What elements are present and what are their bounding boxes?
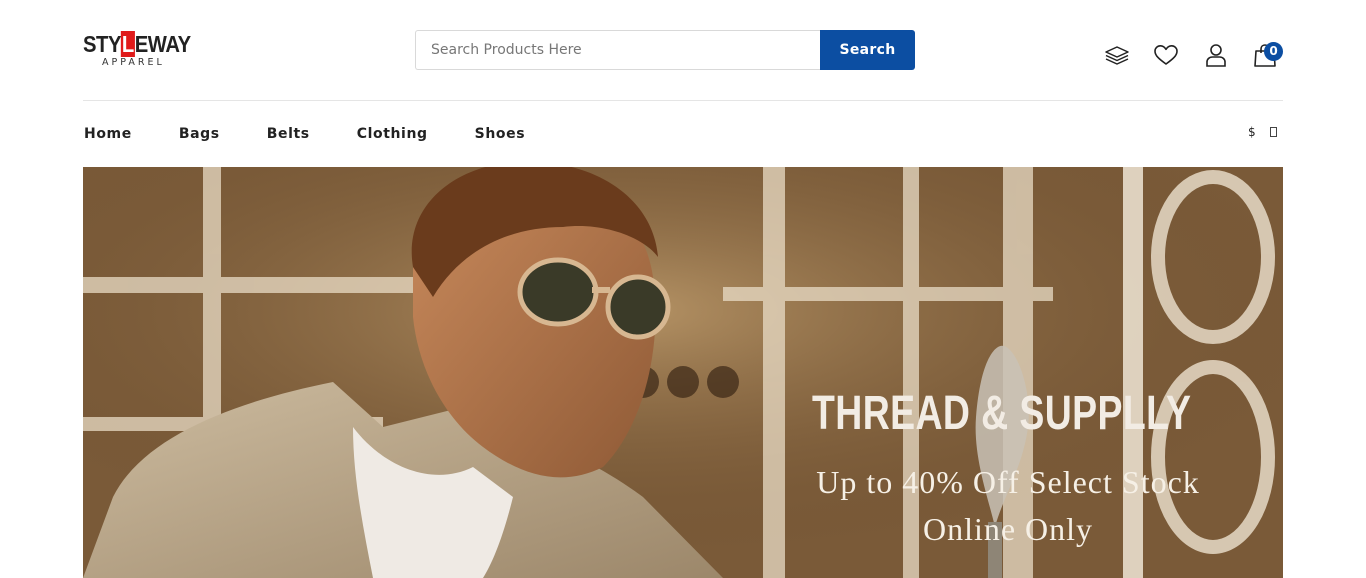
logo-wordmark: STYLEWAY — [83, 31, 191, 57]
nav-utilities: $ — [1248, 125, 1277, 139]
hero-subtitle: Up to 40% Off Select Stock — [816, 464, 1200, 500]
nav-item-shoes[interactable]: Shoes — [475, 124, 526, 144]
header-divider — [83, 100, 1283, 101]
layers-icon[interactable] — [1102, 40, 1132, 70]
hero-banner[interactable]: THREAD & SUPPLLY Up to 40% Off Select St… — [83, 167, 1283, 578]
user-icon[interactable] — [1201, 40, 1231, 70]
hero-title: THREAD & SUPPLLY — [812, 387, 1192, 440]
nav-item-clothing[interactable]: Clothing — [357, 124, 428, 144]
logo-tagline: APPAREL — [102, 57, 165, 68]
hero-tagline: Online Only — [922, 511, 1094, 547]
logo-mark: L — [121, 31, 135, 57]
heart-icon[interactable] — [1151, 40, 1181, 70]
search-input[interactable] — [415, 30, 820, 70]
header-icons: 0 — [1100, 40, 1290, 70]
brand-logo[interactable]: STYLEWAY APPAREL — [83, 31, 193, 71]
search-bar: Search — [415, 30, 915, 70]
cart-count-badge: 0 — [1264, 42, 1283, 61]
cart-icon[interactable]: 0 — [1250, 40, 1283, 70]
main-nav: Home Bags Belts Clothing Shoes — [84, 124, 572, 144]
nav-item-belts[interactable]: Belts — [267, 124, 310, 144]
language-icon[interactable] — [1269, 127, 1277, 137]
nav-item-home[interactable]: Home — [84, 124, 132, 144]
search-button[interactable]: Search — [820, 30, 915, 70]
nav-item-bags[interactable]: Bags — [179, 124, 220, 144]
currency-selector[interactable]: $ — [1248, 125, 1256, 139]
